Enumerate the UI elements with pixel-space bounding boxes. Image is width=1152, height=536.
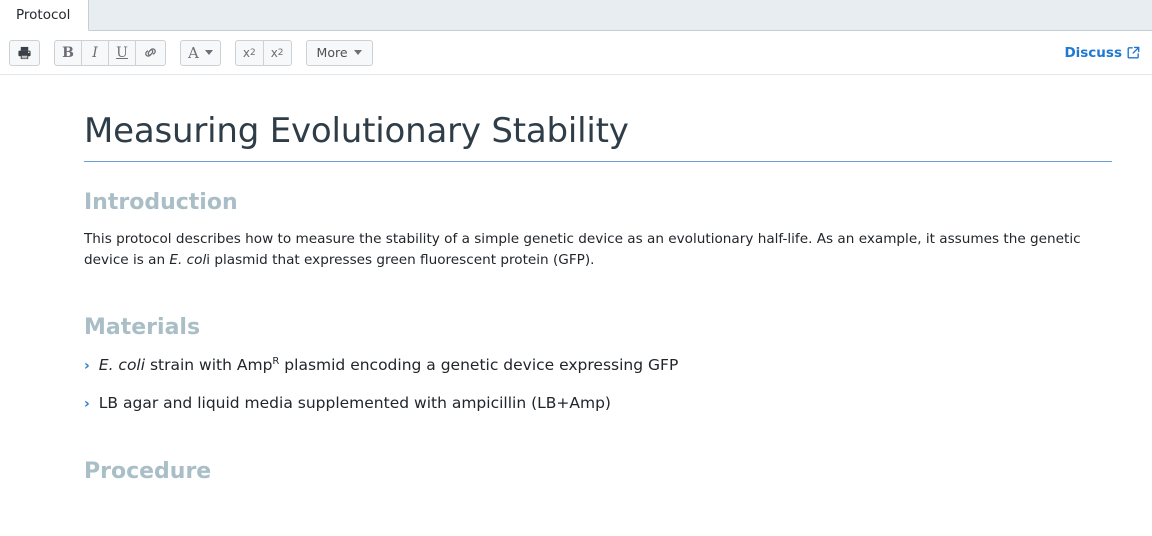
chevron-down-icon	[204, 50, 213, 55]
list-item-text-before: LB agar and liquid media supplemented wi…	[98, 393, 611, 412]
list-item-content: E. coli strain with AmpR plasmid encodin…	[99, 354, 679, 377]
tab-protocol[interactable]: Protocol	[0, 0, 90, 31]
external-link-icon	[1127, 46, 1140, 59]
list-item-content: LB agar and liquid media supplemented wi…	[99, 392, 611, 415]
link-icon	[145, 48, 156, 57]
introduction-paragraph: This protocol describes how to measure t…	[84, 229, 1094, 271]
discuss-link[interactable]: Discuss	[1064, 45, 1140, 61]
print-group	[9, 39, 40, 66]
subscript-base: x	[242, 45, 250, 60]
more-label: More	[316, 45, 348, 60]
editor-toolbar: B I U A x2 x2 More Discuss	[0, 31, 1152, 75]
printer-icon	[18, 46, 31, 59]
superscript-button[interactable]: x2	[262, 39, 292, 66]
list-item: › E. coli strain with AmpR plasmid encod…	[84, 354, 1112, 377]
link-button[interactable]	[135, 39, 166, 66]
tab-strip: Protocol	[0, 0, 1152, 31]
italic-button[interactable]: I	[81, 39, 109, 66]
chevron-down-icon	[353, 50, 362, 55]
chevron-right-icon: ›	[84, 358, 90, 375]
underline-button[interactable]: U	[108, 39, 136, 66]
subscript-button[interactable]: x2	[234, 39, 264, 66]
intro-text-part2: i plasmid that expresses green fluoresce…	[206, 252, 595, 269]
section-heading-materials: Materials	[84, 315, 201, 341]
page-title: Measuring Evolutionary Stability	[84, 111, 629, 151]
chevron-right-icon: ›	[84, 395, 90, 412]
document-page[interactable]: Measuring Evolutionary Stability Introdu…	[0, 75, 1152, 484]
more-group: More	[305, 39, 373, 66]
superscript-mark: 2	[277, 47, 284, 58]
font-color-button[interactable]: A	[180, 39, 221, 66]
list-item-text-before: strain with Amp	[145, 356, 273, 375]
subscript-mark: 2	[249, 47, 256, 58]
script-group: x2 x2	[234, 39, 292, 66]
list-item-italic: E. coli	[98, 356, 146, 375]
discuss-label: Discuss	[1064, 44, 1122, 61]
list-item: › LB agar and liquid media supplemented …	[84, 392, 1112, 415]
document-area: Measuring Evolutionary Stability Introdu…	[0, 75, 1152, 535]
bold-button[interactable]: B	[54, 39, 82, 66]
intro-italic-species: E. col	[169, 252, 207, 269]
materials-list: › E. coli strain with AmpR plasmid encod…	[84, 354, 1112, 415]
title-divider	[84, 161, 1112, 162]
more-button[interactable]: More	[305, 39, 373, 66]
text-format-group: B I U	[54, 39, 166, 66]
section-heading-introduction: Introduction	[84, 190, 238, 215]
section-heading-procedure: Procedure	[84, 458, 212, 484]
superscript-base: x	[270, 45, 278, 60]
list-item-text-after: plasmid encoding a genetic device expres…	[279, 356, 679, 375]
font-color-letter: A	[188, 43, 199, 62]
print-button[interactable]	[9, 39, 40, 66]
font-color-group: A	[180, 39, 221, 66]
tab-protocol-label: Protocol	[16, 7, 71, 23]
